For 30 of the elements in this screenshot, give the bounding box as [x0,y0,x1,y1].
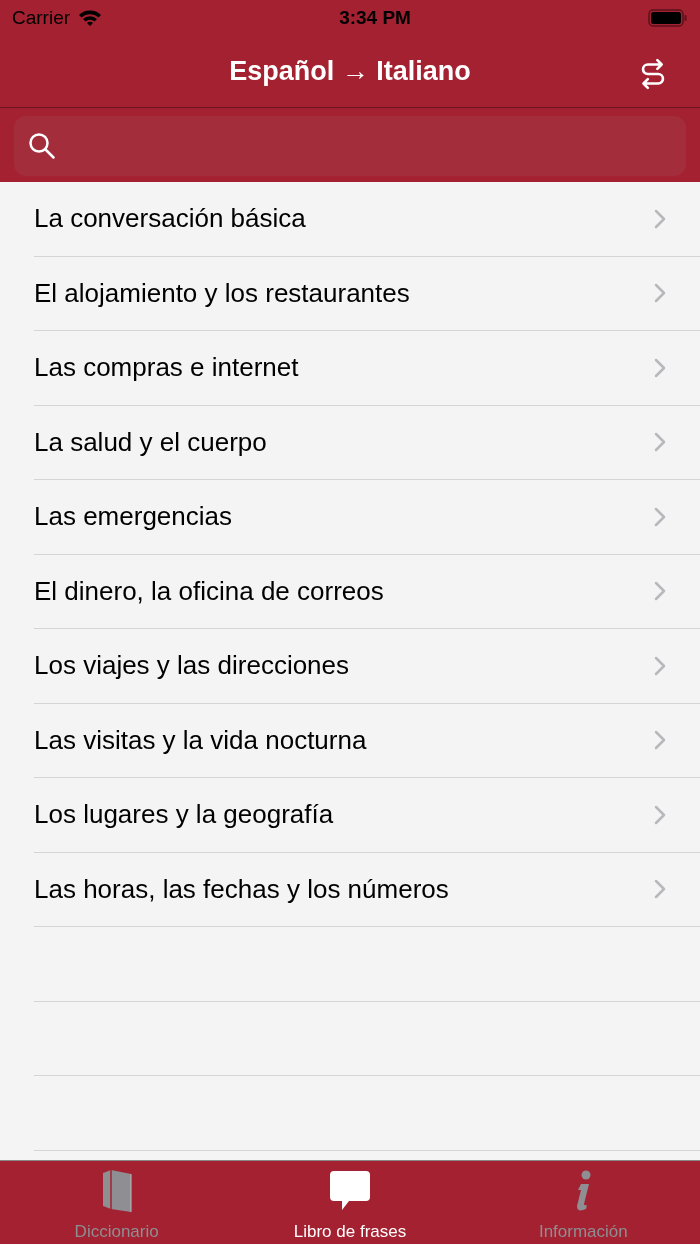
chevron-icon [654,730,666,751]
chevron-icon [654,506,666,527]
chevron-icon [654,804,666,825]
topic-row[interactable]: El dinero, la oficina de correos [34,554,700,629]
speech-bubble-icon [329,1169,371,1212]
chevron-icon [654,581,666,602]
chevron-icon [654,283,666,304]
topic-row[interactable]: El alojamiento y los restaurantes [34,256,700,331]
swap-icon[interactable] [640,58,666,90]
chevron-icon [654,879,666,900]
clock-time: 3:34 PM [339,5,411,30]
topic-row[interactable]: Las visitas y la vida nocturna [34,703,700,778]
chevron-icon [654,655,666,676]
topic-row[interactable]: Los lugares y la geografía [34,778,700,853]
topic-row[interactable]: Las emergencias [34,480,700,555]
topic-row[interactable]: Las horas, las fechas y los números [34,852,700,927]
tab[interactable]: Libro de frases [233,1161,467,1244]
battery-icon [648,8,688,28]
chevron-icon [654,208,666,229]
search-icon [28,132,56,160]
topic-row[interactable]: Los viajes y las direcciones [34,629,700,704]
topic-row[interactable]: Las compras e internet [34,331,700,406]
search-field[interactable] [14,116,686,176]
chevron-icon [654,432,666,453]
nav-title: Español → Italiano [229,55,471,89]
topic-row[interactable]: La salud y el cuerpo [34,405,700,480]
carrier-label: Carrier [12,5,71,30]
chevron-icon [654,357,666,378]
wifi-icon [78,9,103,27]
topic-row[interactable]: La conversación básica [34,182,700,257]
